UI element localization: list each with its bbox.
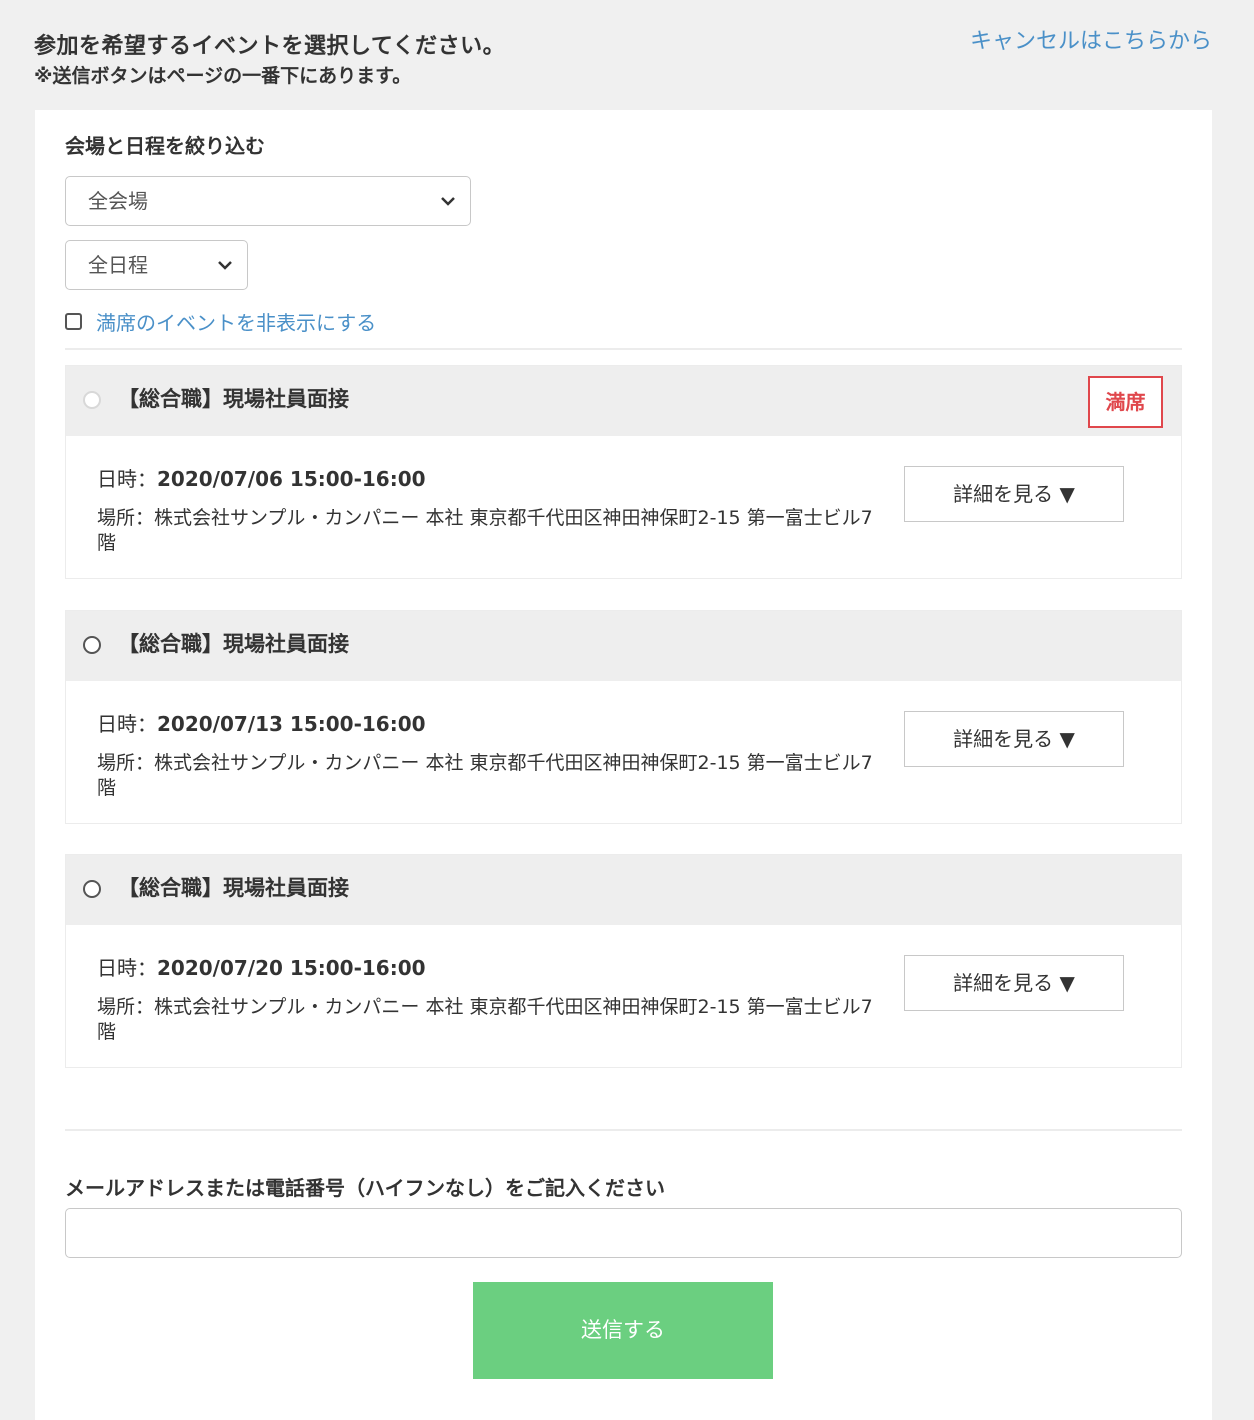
details-button[interactable]: 詳細を見る ▼: [904, 711, 1124, 767]
event-card-header: 【総合職】現場社員面接 満席: [66, 366, 1181, 436]
event-card: 【総合職】現場社員面接 日時：2020/07/13 15:00-16:00 場所…: [65, 610, 1182, 824]
hide-full-checkbox[interactable]: [65, 312, 82, 330]
event-date-value: 2020/07/06 15:00-16:00: [157, 467, 426, 491]
page-header: 参加を希望するイベントを選択してください。 ※送信ボタンはページの一番下にありま…: [34, 31, 1212, 102]
event-card: 【総合職】現場社員面接 日時：2020/07/20 15:00-16:00 場所…: [65, 854, 1182, 1068]
event-date-value: 2020/07/20 15:00-16:00: [157, 956, 426, 980]
venue-select-value: 全会場: [88, 189, 148, 213]
event-place: 場所：株式会社サンプル・カンパニー 本社 東京都千代田区神田神保町2-15 第一…: [97, 752, 873, 799]
contact-field-label: メールアドレスまたは電話番号（ハイフンなし）をご記入ください: [65, 1176, 665, 1200]
cancel-link[interactable]: キャンセルはこちらから: [970, 31, 1212, 53]
full-badge: 満席: [1088, 376, 1163, 428]
event-title: 【総合職】現場社員面接: [118, 387, 349, 411]
event-date-label: 日時：: [97, 956, 157, 980]
filter-label: 会場と日程を絞り込む: [65, 134, 265, 158]
details-button[interactable]: 詳細を見る ▼: [904, 955, 1124, 1011]
venue-select[interactable]: 全会場: [65, 176, 471, 226]
event-title: 【総合職】現場社員面接: [118, 632, 349, 656]
event-date-label: 日時：: [97, 712, 157, 736]
date-select[interactable]: 全日程: [65, 240, 248, 290]
event-date-value: 2020/07/13 15:00-16:00: [157, 712, 426, 736]
divider: [65, 1129, 1182, 1131]
page-note: ※送信ボタンはページの一番下にあります。: [34, 65, 412, 87]
contact-input[interactable]: [65, 1208, 1182, 1258]
event-date: 日時：2020/07/06 15:00-16:00: [97, 466, 426, 492]
event-registration-page: 参加を希望するイベントを選択してください。 ※送信ボタンはページの一番下にありま…: [0, 0, 1254, 1420]
event-place: 場所：株式会社サンプル・カンパニー 本社 東京都千代田区神田神保町2-15 第一…: [97, 996, 873, 1043]
event-panel: 会場と日程を絞り込む 全会場 全日程 満席のイベントを非表示にする 【総合職】現…: [35, 110, 1212, 1420]
event-place: 場所：株式会社サンプル・カンパニー 本社 東京都千代田区神田神保町2-15 第一…: [97, 507, 873, 554]
event-title: 【総合職】現場社員面接: [118, 876, 349, 900]
hide-full-label[interactable]: 満席のイベントを非表示にする: [96, 307, 376, 336]
divider: [65, 348, 1182, 350]
date-select-value: 全日程: [88, 253, 148, 277]
hide-full-toggle[interactable]: 満席のイベントを非表示にする: [65, 307, 376, 336]
event-date-label: 日時：: [97, 467, 157, 491]
event-card: 【総合職】現場社員面接 満席 日時：2020/07/06 15:00-16:00…: [65, 365, 1182, 579]
event-date: 日時：2020/07/13 15:00-16:00: [97, 711, 426, 737]
chevron-down-icon: [217, 241, 233, 289]
event-radio: [83, 391, 101, 409]
submit-button[interactable]: 送信する: [473, 1282, 773, 1379]
event-date: 日時：2020/07/20 15:00-16:00: [97, 955, 426, 981]
event-radio[interactable]: [83, 636, 101, 654]
details-button[interactable]: 詳細を見る ▼: [904, 466, 1124, 522]
chevron-down-icon: [440, 177, 456, 225]
event-radio[interactable]: [83, 880, 101, 898]
event-card-header: 【総合職】現場社員面接: [66, 611, 1181, 681]
event-card-header: 【総合職】現場社員面接: [66, 855, 1181, 925]
